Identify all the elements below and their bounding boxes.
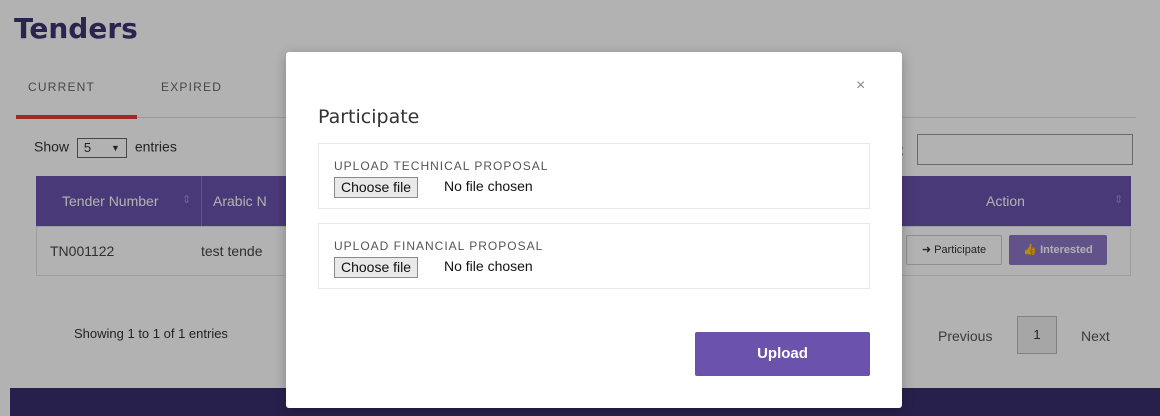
- modal-title: Participate: [318, 106, 420, 128]
- technical-file-status: No file chosen: [444, 178, 533, 194]
- financial-file-status: No file chosen: [444, 258, 533, 274]
- close-icon[interactable]: ×: [856, 77, 865, 95]
- financial-choose-file-button[interactable]: Choose file: [334, 257, 419, 278]
- technical-choose-file-button[interactable]: Choose file: [334, 177, 419, 198]
- technical-proposal-label: UPLOAD TECHNICAL PROPOSAL: [334, 159, 549, 173]
- participate-modal: × Participate UPLOAD TECHNICAL PROPOSAL …: [286, 52, 902, 408]
- financial-proposal-upload: UPLOAD FINANCIAL PROPOSAL Choose file No…: [318, 223, 870, 289]
- technical-proposal-upload: UPLOAD TECHNICAL PROPOSAL Choose file No…: [318, 143, 870, 209]
- upload-button[interactable]: Upload: [695, 332, 870, 376]
- financial-proposal-label: UPLOAD FINANCIAL PROPOSAL: [334, 239, 544, 253]
